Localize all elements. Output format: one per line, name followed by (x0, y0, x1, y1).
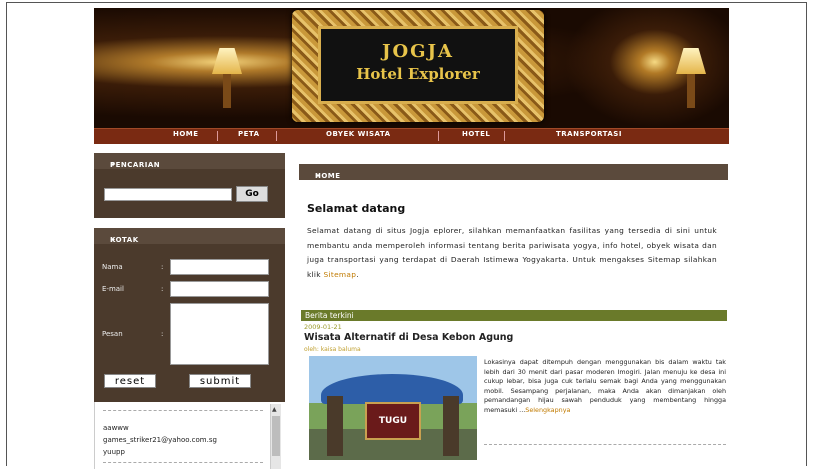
nav-divider (276, 131, 277, 141)
logo-frame: JOGJA Hotel Explorer (292, 10, 544, 122)
lamp-right-stand (687, 74, 695, 108)
welcome-title: Selamat datang (307, 202, 406, 215)
message-panel-heading: ✦ KOTAK PESAN (94, 228, 285, 252)
news-body-text: Lokasinya dapat ditempuh dengan mengguna… (484, 358, 726, 414)
nav-divider (504, 131, 505, 141)
message-email: games_striker21@yahoo.com.sg (103, 436, 217, 444)
message-list: aawww games_striker21@yahoo.com.sg yuupp (94, 402, 286, 469)
intro-paragraph: Selamat datang di situs Jogja eplorer, s… (307, 224, 717, 282)
intro-end: . (356, 269, 359, 279)
news-heading: Berita terkini (305, 311, 354, 320)
message-name: aawww (103, 424, 129, 432)
intro-text: Selamat datang di situs Jogja eplorer, s… (307, 226, 717, 279)
scroll-thumb[interactable] (272, 416, 280, 456)
nav-hotel[interactable]: HOTEL (462, 130, 490, 138)
name-field[interactable] (170, 259, 269, 275)
news-date: 2009-01-21 (304, 323, 342, 331)
email-label: E-mail (102, 285, 124, 293)
scroll-up-icon[interactable]: ▲ (272, 406, 277, 413)
news-summary: Lokasinya dapat ditempuh dengan mengguna… (484, 358, 726, 416)
message-colon: : (161, 330, 164, 338)
email-field[interactable] (170, 281, 269, 297)
nav-home[interactable]: HOME (173, 130, 199, 138)
header-banner: JOGJA Hotel Explorer (94, 8, 729, 128)
search-go-button[interactable]: Go (236, 186, 268, 202)
news-heading-bar: Berita terkini (301, 310, 727, 321)
reset-button[interactable]: reset (104, 374, 156, 388)
news-image[interactable]: TUGU (309, 356, 477, 460)
message-textarea[interactable] (170, 303, 269, 365)
nav-peta[interactable]: PETA (238, 130, 260, 138)
news-divider (484, 444, 726, 445)
gate-sign-text: TUGU (378, 416, 408, 426)
sitemap-link[interactable]: Sitemap (324, 270, 357, 279)
home-heading-text: HOME (315, 172, 341, 180)
name-label: Nama (102, 263, 123, 271)
search-panel-heading: ✦ PENCARIAN HOTEL (94, 153, 285, 177)
site-title-line1: JOGJA (381, 41, 455, 62)
divider (103, 410, 263, 411)
gate-pillar-left (327, 396, 343, 456)
site-title-line2: Hotel Explorer (356, 65, 480, 83)
nav-obyek-wisata[interactable]: OBYEK WISATA (326, 130, 391, 138)
read-more-link[interactable]: Selengkapnya (525, 406, 570, 414)
message-content: yuupp (103, 448, 125, 456)
email-colon: : (161, 285, 164, 293)
logo-panel: JOGJA Hotel Explorer (318, 26, 518, 104)
name-colon: : (161, 263, 164, 271)
message-label: Pesan (102, 330, 123, 338)
hotel-search-input[interactable] (104, 188, 232, 201)
submit-button[interactable]: submit (189, 374, 251, 388)
news-title-link[interactable]: Wisata Alternatif di Desa Kebon Agung (304, 332, 513, 343)
home-section-heading: ✦ HOME (299, 164, 728, 180)
nav-divider (217, 131, 218, 141)
lamp-left-image (212, 48, 242, 74)
gate-pillar-right (443, 396, 459, 456)
main-nav: HOME PETA OBYEK WISATA HOTEL TRANSPORTAS… (94, 128, 729, 144)
lamp-left-stand (223, 74, 231, 108)
gate-sign: TUGU (365, 402, 421, 440)
nav-transportasi[interactable]: TRANSPORTASI (556, 130, 622, 138)
nav-divider (438, 131, 439, 141)
message-scrollbar[interactable]: ▲ (270, 404, 281, 469)
divider (103, 462, 263, 463)
news-author: oleh: kaisa baluma (304, 346, 361, 353)
